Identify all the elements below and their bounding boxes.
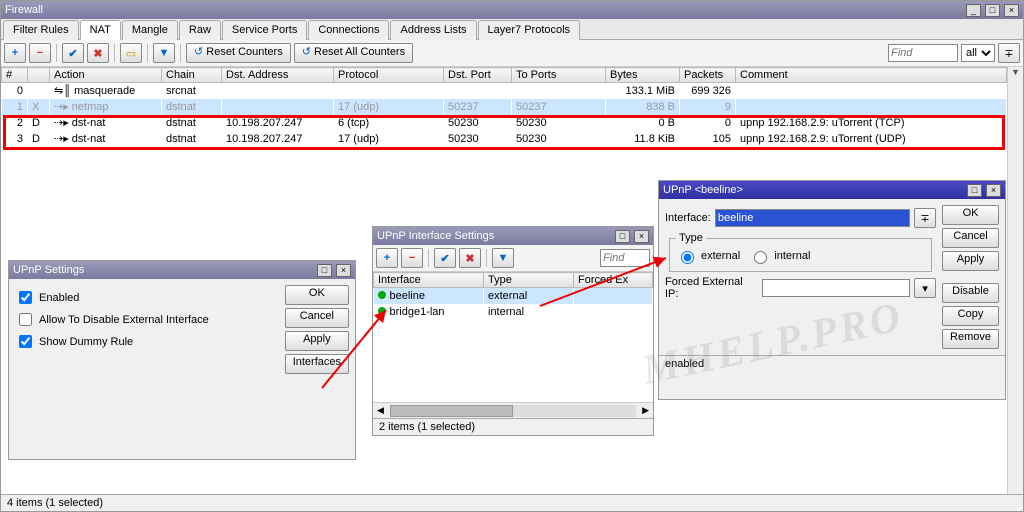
column-header[interactable]: Dst. Port — [444, 68, 512, 83]
column-header[interactable]: Dst. Address — [222, 68, 334, 83]
internal-radio[interactable]: internal — [749, 248, 810, 264]
interface-label: Interface: — [665, 212, 711, 224]
remove-icon[interactable]: − — [29, 43, 51, 63]
apply-button[interactable]: Apply — [285, 331, 349, 351]
column-header[interactable]: Action — [50, 68, 162, 83]
table-row[interactable]: bridge1-laninternal — [374, 304, 653, 320]
column-header[interactable]: Comment — [736, 68, 1007, 83]
forced-ip-label: Forced External IP: — [665, 276, 758, 300]
filter-menu-button[interactable]: ∓ — [998, 43, 1020, 63]
upnp-interface-settings-window: UPnP Interface Settings □ × + − ✔ ✖ ▼ Inte… — [372, 226, 654, 436]
tab-address-lists[interactable]: Address Lists — [390, 20, 476, 40]
interfaces-button[interactable]: Interfaces — [285, 354, 349, 374]
window-title: Firewall — [5, 4, 43, 16]
column-header[interactable]: Bytes — [606, 68, 680, 83]
remove-icon[interactable]: − — [401, 248, 423, 268]
enable-icon[interactable]: ✔ — [62, 43, 84, 63]
filter-icon[interactable]: ▼ — [153, 43, 175, 63]
tab-service-ports[interactable]: Service Ports — [222, 20, 307, 40]
title-bar: Firewall _ □ × — [1, 1, 1023, 19]
comment-icon[interactable]: ▭ — [120, 43, 142, 63]
maximize-icon[interactable]: □ — [615, 230, 630, 243]
allow-disable-checkbox[interactable]: Allow To Disable External Interface — [15, 310, 209, 329]
show-dummy-checkbox[interactable]: Show Dummy Rule — [15, 332, 133, 351]
column-header[interactable]: Interface — [374, 273, 484, 288]
ok-button[interactable]: OK — [942, 205, 999, 225]
title-bar: UPnP Interface Settings □ × — [373, 227, 653, 245]
dropdown-icon[interactable]: ∓ — [914, 208, 936, 228]
tab-filter-rules[interactable]: Filter Rules — [3, 20, 79, 40]
close-icon[interactable]: × — [336, 264, 351, 277]
table-row[interactable]: 2D⇢▸ dst-natdstnat10.198.207.2476 (tcp)5… — [2, 115, 1007, 131]
upnp-settings-window: UPnP Settings □ × Enabled Allow To Disable… — [8, 260, 356, 460]
scrollbar[interactable]: ▼ — [1007, 67, 1023, 494]
interface-table: InterfaceTypeForced Ex beelineexternalbr… — [373, 272, 653, 320]
add-icon[interactable]: + — [4, 43, 26, 63]
cancel-button[interactable]: Cancel — [942, 228, 999, 248]
tab-mangle[interactable]: Mangle — [122, 20, 178, 40]
upnp-detail-window: UPnP <beeline> □ × Interface: ∓ Type exter… — [658, 180, 1006, 400]
copy-button[interactable]: Copy — [942, 306, 999, 326]
column-header[interactable]: Forced Ex — [574, 273, 653, 288]
interface-field[interactable] — [715, 209, 910, 227]
table-row[interactable]: 0⇋║ masqueradesrcnat133.1 MiB699 326 — [2, 83, 1007, 99]
close-icon[interactable]: × — [1004, 4, 1019, 17]
window-title: UPnP Interface Settings — [377, 230, 494, 242]
window-title: UPnP <beeline> — [663, 184, 743, 196]
chevron-down-icon[interactable]: ▼ — [1011, 67, 1020, 77]
tab-nat[interactable]: NAT — [80, 20, 121, 40]
type-fieldset: Type external internal — [669, 232, 932, 272]
find-input[interactable] — [600, 249, 650, 267]
main-toolbar: + − ✔ ✖ ▭ ▼ ↺ Reset Counters ↺ Reset All… — [1, 40, 1023, 67]
enabled-checkbox[interactable]: Enabled — [15, 288, 79, 307]
status-bar: 2 items (1 selected) — [373, 418, 653, 435]
chevron-down-icon[interactable]: ▾ — [914, 278, 936, 298]
enable-icon[interactable]: ✔ — [434, 248, 456, 268]
filter-icon[interactable]: ▼ — [492, 248, 514, 268]
ok-button[interactable]: OK — [285, 285, 349, 305]
reset-all-counters-button[interactable]: ↺ Reset All Counters — [294, 43, 413, 63]
table-row[interactable]: beelineexternal — [374, 288, 653, 304]
column-header[interactable]: To Ports — [512, 68, 606, 83]
reset-counters-button[interactable]: ↺ Reset Counters — [186, 43, 291, 63]
status-bar: 4 items (1 selected) — [1, 494, 1023, 511]
column-header[interactable]: Protocol — [334, 68, 444, 83]
maximize-icon[interactable]: □ — [317, 264, 332, 277]
find-input[interactable] — [888, 44, 958, 62]
add-icon[interactable]: + — [376, 248, 398, 268]
column-header[interactable]: Chain — [162, 68, 222, 83]
tab-raw[interactable]: Raw — [179, 20, 221, 40]
title-bar: UPnP <beeline> □ × — [659, 181, 1005, 199]
cancel-button[interactable]: Cancel — [285, 308, 349, 328]
remove-button[interactable]: Remove — [942, 329, 999, 349]
close-icon[interactable]: × — [634, 230, 649, 243]
column-header[interactable]: Packets — [680, 68, 736, 83]
maximize-icon[interactable]: □ — [967, 184, 982, 197]
close-icon[interactable]: × — [986, 184, 1001, 197]
column-header[interactable]: # — [2, 68, 28, 83]
status-bar: enabled — [659, 355, 1005, 372]
tab-bar: Filter RulesNATMangleRawService PortsCon… — [1, 19, 1023, 40]
disable-icon[interactable]: ✖ — [459, 248, 481, 268]
filter-select[interactable]: all — [961, 44, 995, 62]
table-row[interactable]: 1X⇢▸ netmapdstnat17 (udp)5023750237838 B… — [2, 99, 1007, 115]
scroll-right-icon[interactable]: ▶ — [638, 405, 653, 416]
disable-icon[interactable]: ✖ — [87, 43, 109, 63]
column-header[interactable]: Type — [484, 273, 574, 288]
disable-button[interactable]: Disable — [942, 283, 999, 303]
maximize-icon[interactable]: □ — [985, 4, 1000, 17]
minimize-icon[interactable]: _ — [966, 4, 981, 17]
column-header[interactable] — [28, 68, 50, 83]
tab-connections[interactable]: Connections — [308, 20, 389, 40]
forced-ip-field[interactable] — [762, 279, 910, 297]
scroll-left-icon[interactable]: ◀ — [373, 405, 388, 416]
window-title: UPnP Settings — [13, 264, 84, 276]
nat-table: # ActionChainDst. AddressProtocolDst. Por… — [1, 67, 1007, 147]
external-radio[interactable]: external — [676, 248, 740, 264]
title-bar: UPnP Settings □ × — [9, 261, 355, 279]
apply-button[interactable]: Apply — [942, 251, 999, 271]
tab-layer7-protocols[interactable]: Layer7 Protocols — [478, 20, 581, 40]
table-row[interactable]: 3D⇢▸ dst-natdstnat10.198.207.24717 (udp)… — [2, 131, 1007, 147]
